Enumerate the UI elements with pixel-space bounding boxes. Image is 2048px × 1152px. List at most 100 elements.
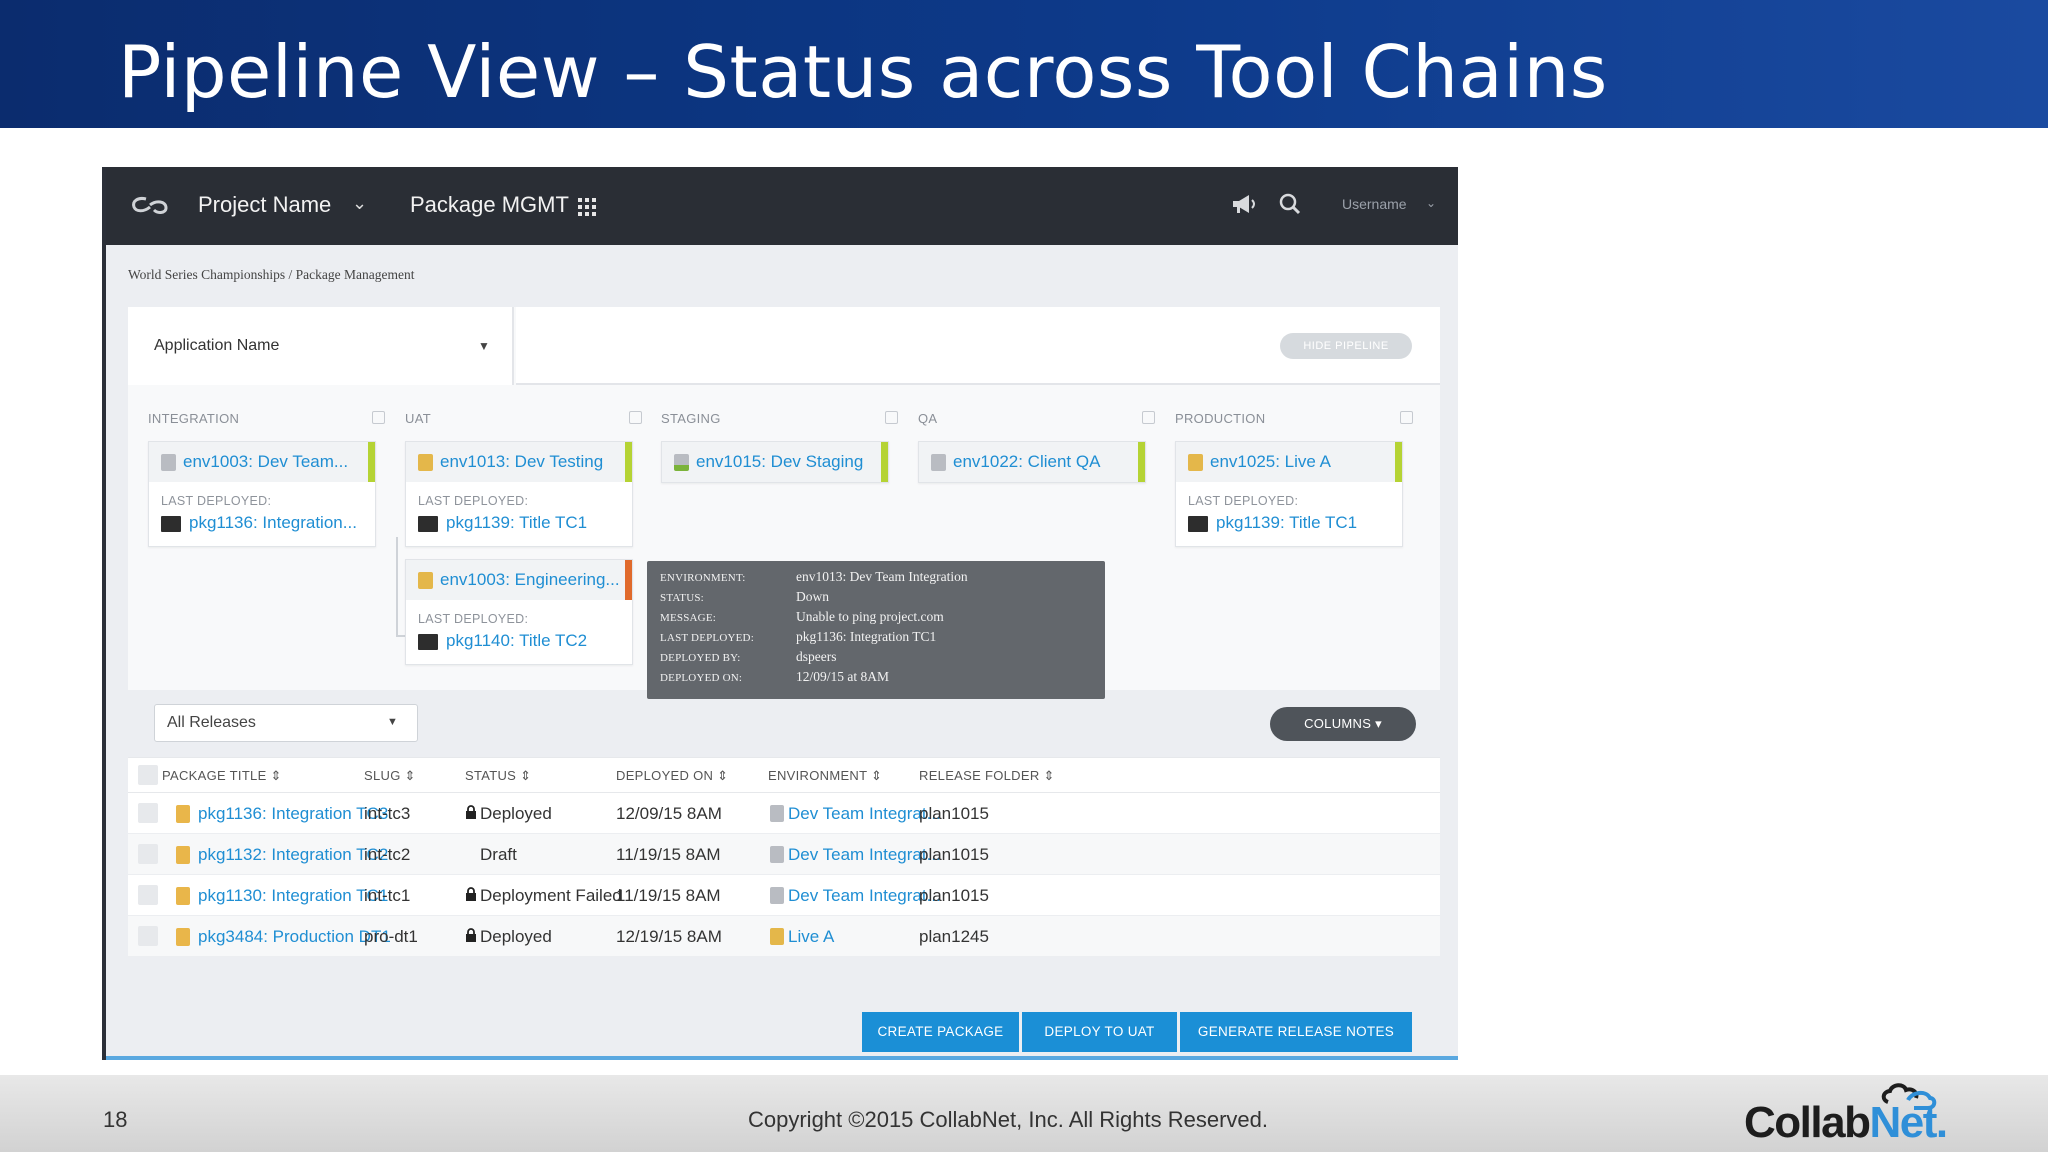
deploy-to-uat-button[interactable]: DEPLOY TO UAT [1022, 1012, 1177, 1052]
slug-cell: int-tc3 [364, 804, 411, 823]
env-card-uat[interactable]: env1013: Dev Testing LAST DEPLOYED: pkg1… [405, 441, 633, 547]
lock-icon [466, 887, 476, 901]
collapse-icon[interactable] [1142, 411, 1155, 424]
last-deployed-package[interactable]: pkg1139: Title TC1 [1216, 513, 1357, 533]
env-card-staging[interactable]: env1015: Dev Staging [661, 441, 889, 483]
breadcrumb[interactable]: World Series Championships / Package Man… [128, 267, 414, 283]
package-icon [1188, 516, 1208, 532]
collapse-icon[interactable] [1400, 411, 1413, 424]
env-name[interactable]: env1003: Dev Team... [183, 452, 348, 472]
column-header-environment[interactable]: ENVIRONMENT ⇕ [768, 768, 882, 784]
last-deployed-label: LAST DEPLOYED: [418, 612, 529, 626]
column-header-slug[interactable]: SLUG ⇕ [364, 768, 416, 784]
row-checkbox[interactable] [138, 885, 158, 905]
column-header-status[interactable]: STATUS ⇕ [465, 768, 531, 784]
logo-icon[interactable] [128, 191, 172, 221]
generate-release-notes-button[interactable]: GENERATE RELEASE NOTES [1180, 1012, 1412, 1052]
env-card-qa[interactable]: env1022: Client QA [918, 441, 1146, 483]
package-icon [176, 887, 190, 905]
lock-icon [466, 928, 476, 942]
env-card-body: LAST DEPLOYED: pkg1136: Integration... [149, 482, 375, 546]
env-card-production[interactable]: env1025: Live A LAST DEPLOYED: pkg1139: … [1175, 441, 1403, 547]
package-title-link[interactable]: pkg1132: Integration TC2 [198, 845, 388, 865]
sort-icon[interactable]: ⇕ [1043, 768, 1054, 783]
env-card-header[interactable]: env1025: Live A [1176, 442, 1402, 482]
action-bar: CREATE PACKAGE DEPLOY TO UAT GENERATE RE… [862, 1012, 1412, 1052]
last-deployed-package[interactable]: pkg1139: Title TC1 [446, 513, 587, 533]
row-checkbox[interactable] [138, 844, 158, 864]
megaphone-icon[interactable] [1230, 192, 1258, 216]
tooltip-key: STATUS: [660, 592, 704, 604]
project-selector[interactable]: Project Name [198, 192, 331, 218]
env-card-header[interactable]: env1015: Dev Staging [662, 442, 888, 482]
environment-link[interactable]: Dev Team Integrat... [788, 845, 941, 865]
package-title-link[interactable]: pkg1136: Integration TC3 [198, 804, 388, 824]
last-deployed-package[interactable]: pkg1140: Title TC2 [446, 631, 587, 651]
chevron-down-icon[interactable]: ⌄ [1426, 196, 1436, 210]
page-number: 18 [103, 1107, 128, 1132]
server-warning-icon [770, 928, 784, 945]
package-title-link[interactable]: pkg1130: Integration TC1 [198, 886, 388, 906]
env-name[interactable]: env1003: Engineering... [440, 570, 620, 590]
grid-icon[interactable] [578, 198, 596, 216]
stage-label-uat: UAT [405, 411, 431, 426]
env-card-body: LAST DEPLOYED: pkg1139: Title TC1 [1176, 482, 1402, 546]
brand-collab: Collab [1744, 1098, 1871, 1147]
env-card-header[interactable]: env1003: Engineering... [406, 560, 632, 600]
last-deployed-label: LAST DEPLOYED: [1188, 494, 1299, 508]
releases-filter-select[interactable]: All Releases ▼ [154, 704, 418, 742]
tooltip-key: ENVIRONMENT: [660, 572, 746, 584]
columns-button[interactable]: COLUMNS ▾ [1270, 707, 1416, 741]
env-name[interactable]: env1022: Client QA [953, 452, 1100, 472]
env-name[interactable]: env1025: Live A [1210, 452, 1331, 472]
tooltip-value: 12/09/15 at 8AM [796, 669, 889, 684]
env-card-uat-2[interactable]: env1003: Engineering... LAST DEPLOYED: p… [405, 559, 633, 665]
column-header-deployed-on[interactable]: DEPLOYED ON ⇕ [616, 768, 728, 784]
environment-link[interactable]: Dev Team Integrat... [788, 886, 941, 906]
table-row[interactable]: pkg1132: Integration TC2 int-tc2 Draft 1… [128, 834, 1440, 875]
username-menu[interactable]: Username [1342, 196, 1407, 212]
stage-label-production: PRODUCTION [1175, 411, 1266, 426]
hide-pipeline-button[interactable]: HIDE PIPELINE [1280, 333, 1412, 359]
sort-icon[interactable]: ⇕ [405, 768, 416, 783]
module-title[interactable]: Package MGMT [410, 192, 569, 218]
collapse-icon[interactable] [885, 411, 898, 424]
environment-link[interactable]: Dev Team Integrat... [788, 804, 941, 824]
release-folder-cell: plan1245 [919, 927, 989, 946]
package-title-link[interactable]: pkg3484: Production DT1 [198, 927, 391, 947]
app-screenshot: Project Name ⌄ Package MGMT Username ⌄ W… [102, 167, 1458, 1060]
env-card-header[interactable]: env1022: Client QA [919, 442, 1145, 482]
env-name[interactable]: env1013: Dev Testing [440, 452, 603, 472]
caret-down-icon: ▼ [478, 339, 490, 353]
row-checkbox[interactable] [138, 926, 158, 946]
sort-icon[interactable]: ⇕ [717, 768, 728, 783]
env-card-header[interactable]: env1003: Dev Team... [149, 442, 375, 482]
table-row[interactable]: pkg3484: Production DT1 pro-dt1 Deployed… [128, 916, 1440, 957]
env-card-body: LAST DEPLOYED: pkg1140: Title TC2 [406, 600, 632, 664]
column-header-release-folder[interactable]: RELEASE FOLDER ⇕ [919, 768, 1055, 784]
application-select[interactable]: Application Name ▼ [128, 307, 514, 385]
collapse-icon[interactable] [629, 411, 642, 424]
row-checkbox[interactable] [138, 803, 158, 823]
column-header-package-title[interactable]: PACKAGE TITLE ⇕ [162, 768, 282, 784]
tooltip-value: env1013: Dev Team Integration [796, 569, 968, 584]
create-package-button[interactable]: CREATE PACKAGE [862, 1012, 1019, 1052]
brand-suffix: . [1935, 1098, 1948, 1147]
server-warning-icon [418, 454, 433, 471]
table-row[interactable]: pkg1136: Integration TC3 int-tc3 Deploye… [128, 793, 1440, 834]
table-row[interactable]: pkg1130: Integration TC1 int-tc1 Deploym… [128, 875, 1440, 916]
chevron-down-icon[interactable]: ⌄ [352, 193, 367, 214]
last-deployed-package[interactable]: pkg1136: Integration... [189, 513, 357, 533]
sort-icon[interactable]: ⇕ [871, 768, 882, 783]
sort-icon[interactable]: ⇕ [520, 768, 531, 783]
env-card-header[interactable]: env1013: Dev Testing [406, 442, 632, 482]
select-all-checkbox[interactable] [138, 765, 158, 785]
table-body: pkg1136: Integration TC3 int-tc3 Deploye… [128, 793, 1440, 957]
sort-icon[interactable]: ⇕ [270, 768, 281, 783]
brand-net: Net [1869, 1098, 1937, 1147]
env-name[interactable]: env1015: Dev Staging [696, 452, 863, 472]
collapse-icon[interactable] [372, 411, 385, 424]
search-icon[interactable] [1278, 192, 1302, 216]
environment-link[interactable]: Live A [788, 927, 834, 947]
env-card-integration[interactable]: env1003: Dev Team... LAST DEPLOYED: pkg1… [148, 441, 376, 547]
